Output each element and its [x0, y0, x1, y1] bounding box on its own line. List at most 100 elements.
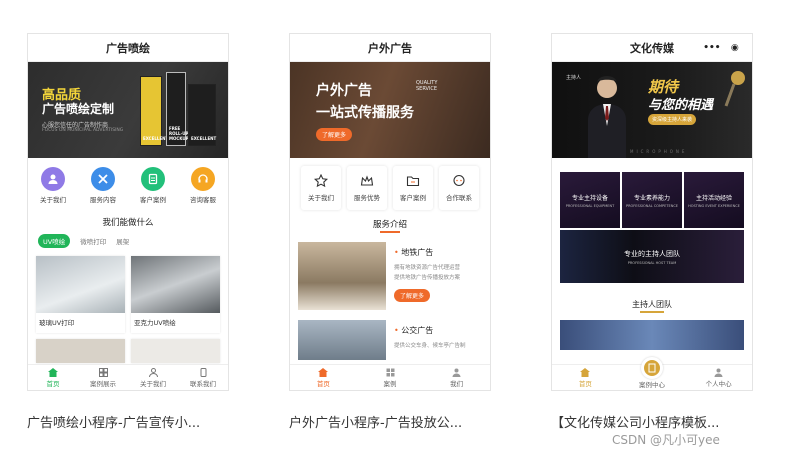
miniapp-title: 文化传媒 — [630, 41, 674, 55]
service-item[interactable]: 地铁广告 拥有地铁资源广告代理运营 提供地铁广告传播投放方案 了解更多 — [290, 230, 490, 310]
case-center-icon — [641, 356, 663, 379]
tab-contact[interactable]: 联系我们 — [178, 365, 228, 390]
pill-micro[interactable]: 微喷打印 — [80, 236, 106, 246]
product-name: 玻璃UV打印 — [39, 319, 75, 327]
poster-image: EXCELLENT — [188, 84, 216, 146]
tab-home[interactable]: 首页 — [552, 365, 619, 390]
service-desc: 提供公交车身、候车亭广告制 — [394, 343, 466, 349]
feature-subtitle: PROFESSIONAL COMPETENCE — [626, 203, 678, 208]
product-item[interactable]: 亚克力UV喷绘 — [131, 256, 220, 333]
users-icon — [41, 167, 65, 191]
tab-label: 首页 — [316, 379, 330, 388]
pill-stand[interactable]: 展架 — [116, 236, 129, 246]
service-title: 地铁广告 — [394, 247, 460, 258]
tab-label: 首页 — [46, 379, 60, 388]
section-title: 服务介绍 — [290, 218, 490, 233]
icon-advantages[interactable]: 服务优势 — [347, 166, 387, 210]
icon-cases[interactable]: 客户案例 — [128, 167, 178, 208]
host-portrait-icon — [588, 76, 626, 158]
team-tile[interactable]: 专业的主持人团队 PROFESSIONAL HOST TEAM — [560, 230, 744, 283]
card-caption-culture-media[interactable]: 【文化传媒公司小程序模板... — [551, 412, 719, 431]
feature-tile[interactable]: 专业素养能力 PROFESSIONAL COMPETENCE — [622, 172, 682, 228]
tab-home[interactable]: 首页 — [28, 365, 78, 390]
feature-subtitle: HOSTING EVENT EXPERIENCE — [688, 203, 740, 208]
tab-label: 个人中心 — [705, 379, 732, 388]
miniapp-capsule[interactable]: ••• ◉ — [698, 40, 744, 56]
team-tile-title: 专业的主持人团队 — [624, 249, 680, 258]
banner[interactable]: 户外广告 QUALITY SERVICE 一站式传播服务 了解更多 — [290, 62, 490, 158]
more-icon[interactable]: ••• — [703, 43, 720, 53]
service-learn-more-button[interactable]: 了解更多 — [394, 289, 431, 302]
tab-profile[interactable]: 个人中心 — [685, 365, 752, 390]
icon-support[interactable]: 咨询客服 — [178, 167, 228, 208]
banner-footer-text: MICROPHONE — [630, 149, 688, 154]
home-icon — [48, 367, 59, 377]
miniapp-header: 广告喷绘 — [28, 34, 228, 62]
icon-label: 合作联系 — [446, 194, 472, 202]
poster-label: EXCELLENT — [143, 136, 169, 141]
service-item[interactable]: 公交广告 提供公交车身、候车亭广告制 — [290, 310, 490, 360]
tools-icon — [91, 167, 115, 191]
product-item[interactable]: 玻璃UV打印 — [36, 256, 125, 333]
template-card-culture-media[interactable]: 文化传媒 ••• ◉ 主持人 期待 与您的相遇 资深级主持人来袭 MICROPH… — [551, 33, 753, 391]
tab-about[interactable]: 关于我们 — [128, 365, 178, 390]
card-caption-outdoor-ads[interactable]: 户外广告小程序-广告投放公... — [289, 412, 462, 431]
banner-line4: FOCUS ON MUNICIPAL ADVERTISING — [42, 128, 124, 133]
tab-case-center[interactable]: 案例中心 — [619, 356, 686, 390]
icon-services[interactable]: 服务内容 — [78, 167, 128, 208]
product-item[interactable] — [36, 339, 125, 363]
card-caption-ad-printing[interactable]: 广告喷绘小程序-广告宣传小... — [27, 412, 200, 431]
tab-cases[interactable]: 案例展示 — [78, 365, 128, 390]
template-card-ad-printing[interactable]: 广告喷绘 高品质 广告喷绘定制 心服您信任的广告制作商 FOCUS ON MUN… — [27, 33, 229, 391]
person-icon — [148, 367, 159, 377]
section-title: 我们能做什么 — [102, 218, 154, 228]
section-title: 主持人团队 — [552, 299, 752, 313]
poster-image: EXCELLENT — [140, 76, 168, 146]
close-target-icon[interactable]: ◉ — [731, 43, 739, 53]
tab-bar: 首页 案例 我们 — [290, 364, 490, 390]
tab-label: 案例中心 — [639, 380, 665, 389]
team-tile-subtitle: PROFESSIONAL HOST TEAM — [627, 260, 677, 265]
product-image — [131, 339, 220, 363]
poster-image: FREE ROLL-UP MOCKUP — [166, 72, 189, 146]
tab-label: 案例展示 — [90, 379, 116, 388]
feature-tile[interactable]: 专业主持设备 PROFESSIONAL EQUIPMENT — [560, 172, 620, 228]
phone-icon — [198, 367, 209, 377]
template-card-outdoor-ads[interactable]: 户外广告 户外广告 QUALITY SERVICE 一站式传播服务 了解更多 关… — [289, 33, 491, 391]
product-item[interactable] — [131, 339, 220, 363]
person-icon — [713, 368, 724, 377]
microphone-icon — [724, 71, 745, 107]
icon-about[interactable]: 关于我们 — [28, 167, 78, 208]
tab-label: 案例 — [383, 379, 397, 388]
folder-icon — [405, 174, 421, 188]
tab-us[interactable]: 我们 — [423, 365, 490, 390]
banner-tag-button[interactable]: 资深级主持人来袭 — [648, 114, 697, 125]
feature-tile[interactable]: 主持活动经验 HOSTING EVENT EXPERIENCE — [684, 172, 744, 228]
grid-icon — [98, 367, 109, 377]
feature-icons: 关于我们 服务内容 客户案例 咨询客服 — [28, 158, 228, 208]
clipboard-icon — [141, 167, 165, 191]
banner-wrap: 主持人 期待 与您的相遇 资深级主持人来袭 MICROPHONE — [552, 62, 752, 158]
banner-learn-more-button[interactable]: 了解更多 — [316, 128, 353, 141]
feature-title: 专业主持设备 — [571, 194, 608, 202]
icon-about[interactable]: 关于我们 — [301, 166, 341, 210]
icon-cases[interactable]: 客户案例 — [393, 166, 433, 210]
banner[interactable]: 主持人 期待 与您的相遇 资深级主持人来袭 MICROPHONE — [552, 62, 752, 158]
icon-label: 服务内容 — [90, 196, 116, 204]
icon-label: 咨询客服 — [190, 196, 216, 204]
icon-contact[interactable]: 合作联系 — [439, 166, 479, 210]
tab-home[interactable]: 首页 — [290, 365, 357, 390]
service-desc: 拥有地铁资源广告代理运营 — [394, 265, 461, 271]
tab-label: 关于我们 — [140, 379, 166, 388]
feature-subtitle: PROFESSIONAL EQUIPMENT — [565, 203, 615, 208]
tab-cases[interactable]: 案例 — [357, 365, 424, 390]
feature-title: 专业素养能力 — [633, 194, 670, 202]
product-image — [36, 256, 125, 313]
person-icon — [451, 368, 462, 377]
banner[interactable]: 高品质 广告喷绘定制 心服您信任的广告制作商 FOCUS ON MUNICIPA… — [28, 62, 228, 158]
icon-label: 关于我们 — [40, 196, 66, 204]
pill-uv[interactable]: UV喷绘 — [38, 234, 71, 248]
banner-line2: 与您的相遇 — [648, 98, 714, 113]
product-name: 亚克力UV喷绘 — [134, 319, 176, 327]
poster-label: EXCELLENT — [191, 136, 217, 141]
